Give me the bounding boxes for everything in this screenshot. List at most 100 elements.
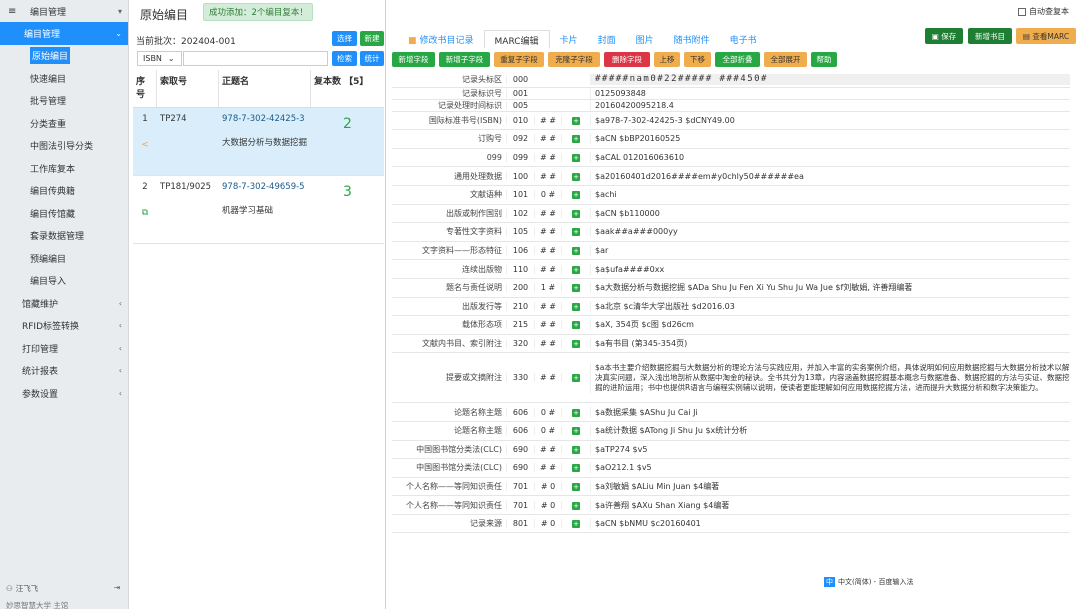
sidebar-subitem[interactable]: 中图法引导分类	[0, 135, 128, 158]
marc-value[interactable]: $a978-7-302-42425-3 $dCNY49.00	[590, 114, 1070, 126]
new-batch-button[interactable]: 新建	[360, 31, 384, 46]
add-icon[interactable]: +	[572, 247, 580, 256]
search-button[interactable]: 检索	[332, 51, 357, 66]
indicator-2[interactable]: #	[549, 209, 556, 218]
sidebar-subitem[interactable]: 编目传馆藏	[0, 202, 128, 225]
add-icon[interactable]: +	[572, 302, 580, 311]
indicator-2[interactable]: #	[549, 463, 556, 472]
marc-value[interactable]: $aCAL 012016063610	[590, 152, 1070, 164]
marc-row[interactable]: 中国图书馆分类法(CLC) 690 # # + $aTP274 $v5	[392, 441, 1070, 460]
marc-row[interactable]: 个人名称——等同知识责任 701 # 0 + $a刘敏娟 $ALiu Min Juan …	[392, 478, 1070, 497]
indicator-2[interactable]: #	[549, 265, 556, 274]
marc-indicators[interactable]: # #	[534, 444, 562, 454]
indicator-1[interactable]: #	[540, 265, 547, 274]
tab-item[interactable]: 封面	[588, 30, 626, 48]
indicator-2[interactable]: #	[549, 445, 556, 454]
sidebar-top-bar[interactable]: ≡ 编目管理 ▾	[0, 0, 128, 22]
indicator-2[interactable]: #	[549, 172, 556, 181]
indicator-2[interactable]: #	[548, 283, 555, 292]
indicator-1[interactable]: #	[540, 246, 547, 255]
add-icon[interactable]: +	[572, 501, 580, 510]
indicator-2[interactable]: 0	[550, 482, 555, 491]
view-marc-button[interactable]: ▤ 查看MARC	[1016, 28, 1076, 44]
share-icon[interactable]: <	[136, 140, 154, 150]
marc-row[interactable]: 题名与责任说明 200 1 # + $a大数据分析与数据挖掘 $ADa Shu Ju F…	[392, 279, 1070, 298]
marc-row[interactable]: 载体形态项 215 # # + $aX, 354页 $c图 $d26cm	[392, 316, 1070, 335]
marc-row[interactable]: 出版或制作国别 102 # # + $aCN $b110000	[392, 205, 1070, 224]
tool-button[interactable]: 重复子字段	[494, 52, 544, 67]
marc-indicators[interactable]: 0 #	[534, 407, 562, 417]
marc-value[interactable]: $aX, 354页 $c图 $d26cm	[590, 319, 1070, 331]
marc-indicators[interactable]: # #	[534, 246, 562, 256]
marc-indicators[interactable]: 0 #	[534, 190, 562, 200]
sidebar-group[interactable]: 参数设置 ‹	[0, 382, 128, 405]
add-icon[interactable]: +	[572, 427, 580, 436]
list-item[interactable]: 1 < TP274 978-7-302-42425-3 大数据分析与数据挖掘 2	[133, 108, 384, 176]
tool-button[interactable]: 新增字段	[392, 52, 435, 67]
marc-row[interactable]: 提要或文摘附注 330 # # + $a本书主要介绍数据挖掘与大数据分析的理论方法与实践…	[392, 353, 1070, 404]
indicator-2[interactable]: #	[549, 320, 556, 329]
indicator-2[interactable]: #	[548, 426, 555, 435]
indicator-1[interactable]: #	[540, 209, 547, 218]
sidebar-subitem[interactable]: 批号管理	[0, 90, 128, 113]
tool-button[interactable]: 下移	[684, 52, 711, 67]
add-icon[interactable]: +	[572, 464, 580, 473]
marc-row[interactable]: 文献语种 101 0 # + $achi	[392, 186, 1070, 205]
marc-row[interactable]: 个人名称——等同知识责任 701 # 0 + $a许善翔 $AXu Shan Xiang…	[392, 496, 1070, 515]
marc-row[interactable]: 099 099 # # + $aCAL 012016063610	[392, 149, 1070, 168]
marc-value[interactable]: $a许善翔 $AXu Shan Xiang $4编著	[590, 499, 1070, 511]
add-icon[interactable]: +	[572, 445, 580, 454]
tool-button[interactable]: 全部折叠	[715, 52, 760, 67]
marc-value[interactable]: $a$ufa####0xx	[590, 263, 1070, 275]
marc-indicators[interactable]: # #	[534, 153, 562, 163]
checkbox[interactable]	[1018, 7, 1026, 16]
marc-row[interactable]: 记录标识号 001 0125093848	[392, 87, 1070, 100]
add-icon[interactable]: +	[572, 154, 580, 163]
tool-button[interactable]: 上移	[654, 52, 680, 67]
marc-value[interactable]: 0125093848	[590, 87, 1070, 99]
indicator-1[interactable]: #	[541, 482, 548, 491]
sidebar-subitem[interactable]: 工作库复本	[0, 157, 128, 180]
tab-item[interactable]: 随书附件	[664, 30, 720, 48]
marc-row[interactable]: 专著性文字资料 105 # # + $aak##a###000yy	[392, 223, 1070, 242]
indicator-2[interactable]: #	[549, 373, 556, 382]
sidebar-group[interactable]: 馆藏维护 ‹	[0, 292, 128, 315]
tab-item[interactable]: 卡片	[550, 30, 588, 48]
indicator-1[interactable]: #	[540, 445, 547, 454]
add-icon[interactable]: +	[572, 135, 580, 144]
tab-item[interactable]: MARC编辑	[483, 30, 550, 48]
add-icon[interactable]: +	[572, 340, 580, 349]
sidebar-group[interactable]: RFID标签转换 ‹	[0, 315, 128, 338]
marc-indicators[interactable]: 0 #	[534, 426, 562, 436]
tool-button[interactable]: 帮助	[811, 52, 837, 67]
marc-indicators[interactable]: # #	[534, 264, 562, 274]
indicator-2[interactable]: #	[549, 339, 556, 348]
marc-value[interactable]: $aCN $bNMU $c20160401	[590, 518, 1070, 530]
add-icon[interactable]: +	[572, 228, 580, 237]
sidebar-group[interactable]: 打印管理 ‹	[0, 337, 128, 360]
marc-value[interactable]: $a刘敏娟 $ALiu Min Juan $4编著	[590, 480, 1070, 492]
marc-indicators[interactable]: # #	[534, 339, 562, 349]
sidebar-subitem[interactable]: 原始编目	[0, 45, 128, 68]
marc-value[interactable]: $aak##a###000yy	[590, 226, 1070, 238]
marc-value[interactable]: $a北京 $c清华大学出版社 $d2016.03	[590, 300, 1070, 312]
search-field-select[interactable]: ISBN ⌄	[137, 51, 182, 66]
save-button[interactable]: ▣ 保存	[925, 28, 963, 44]
marc-indicators[interactable]: 1 #	[534, 283, 562, 293]
marc-row[interactable]: 连续出版物 110 # # + $a$ufa####0xx	[392, 260, 1070, 279]
sidebar-group[interactable]: 统计报表 ‹	[0, 360, 128, 383]
marc-value[interactable]: #####nam0#22##### ###450#	[590, 74, 1070, 85]
marc-row[interactable]: 文献内书目、索引附注 320 # # + $a有书目 (第345-354页)	[392, 335, 1070, 354]
indicator-2[interactable]: #	[549, 153, 556, 162]
indicator-2[interactable]: #	[549, 116, 556, 125]
tab-item[interactable]: 图片	[626, 30, 664, 48]
add-icon[interactable]: +	[572, 482, 580, 491]
marc-value[interactable]: $a统计数据 $ATong Ji Shu Ju $x统计分析	[590, 425, 1070, 437]
marc-row[interactable]: 订购号 092 # # + $aCN $bBP20160525	[392, 130, 1070, 149]
indicator-1[interactable]: #	[540, 373, 547, 382]
indicator-2[interactable]: #	[548, 190, 555, 199]
logout-icon[interactable]: ⇥	[114, 583, 120, 592]
marc-row[interactable]: 论题名称主题 606 0 # + $a统计数据 $ATong Ji Shu Ju $x统…	[392, 422, 1070, 441]
marc-indicators[interactable]: # #	[534, 134, 562, 144]
marc-row[interactable]: 通用处理数据 100 # # + $a20160401d2016####em#y0chl…	[392, 167, 1070, 186]
